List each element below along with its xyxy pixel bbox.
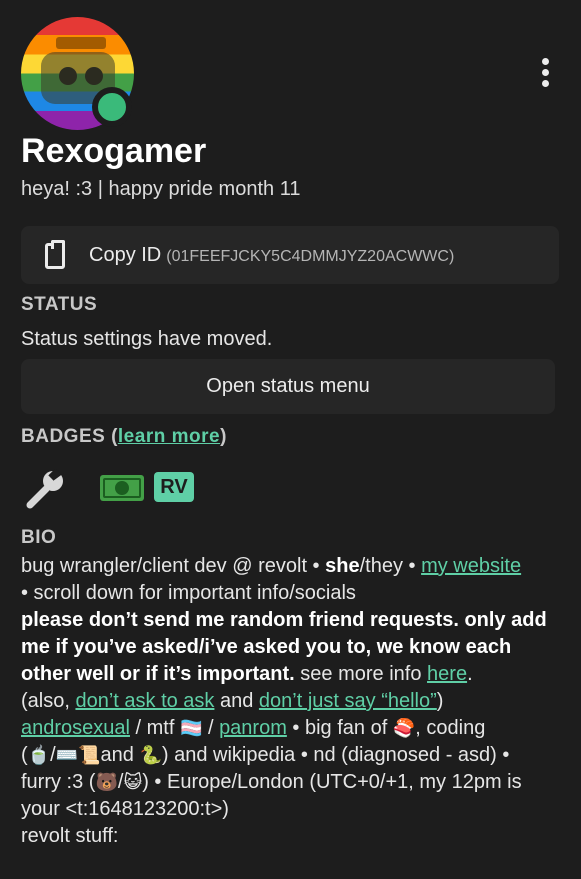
cat-icon: 😺 [123, 772, 143, 792]
username: Rexogamer [21, 132, 207, 170]
status-message: Status settings have moved. [21, 328, 273, 350]
my-website-link[interactable]: my website [421, 555, 521, 577]
status-heading: STATUS [21, 294, 98, 315]
trans-flag-icon: 🏳️‍⚧️ [179, 718, 203, 738]
copy-id-button[interactable]: Copy ID (01FEEFJCKY5C4DMMJYZ20ACWWC) [21, 226, 559, 284]
bear-icon: 🐻 [95, 772, 118, 792]
badges-heading: BADGES (learn more) [21, 426, 227, 447]
profile-header [0, 0, 581, 130]
bio-heading: BIO [21, 527, 57, 548]
scroll-icon: 📜 [78, 745, 101, 765]
learn-more-link[interactable]: learn more [118, 426, 220, 447]
more-options-icon[interactable] [537, 58, 553, 88]
open-status-menu-button[interactable]: Open status menu [21, 359, 555, 414]
wrench-icon[interactable] [24, 469, 66, 509]
online-status-indicator [92, 87, 132, 127]
copy-id-label: Copy ID [89, 244, 162, 266]
bio-text: bug wrangler/client dev @ revolt • she/t… [21, 555, 547, 847]
dont-ask-to-ask-link[interactable]: don’t ask to ask [75, 690, 214, 712]
keyboard-icon: ⌨️ [55, 745, 79, 765]
badges-list: RV [21, 465, 321, 509]
panrom-link[interactable]: panrom [219, 717, 287, 739]
snake-icon: 🐍 [139, 745, 162, 765]
clipboard-icon [45, 240, 65, 269]
androsexual-link[interactable]: androsexual [21, 717, 130, 739]
custom-status: heya! :3 | happy pride month 11 [21, 178, 301, 200]
sushi-icon: 🍣 [392, 718, 416, 738]
rv-badge[interactable]: RV [154, 472, 194, 502]
money-icon[interactable] [100, 475, 144, 501]
user-id-text: (01FEEFJCKY5C4DMMJYZ20ACWWC) [166, 248, 455, 265]
dont-just-say-hello-link[interactable]: don’t just say “hello” [259, 690, 437, 712]
here-link[interactable]: here [427, 663, 467, 685]
tea-icon: 🍵 [27, 745, 51, 765]
